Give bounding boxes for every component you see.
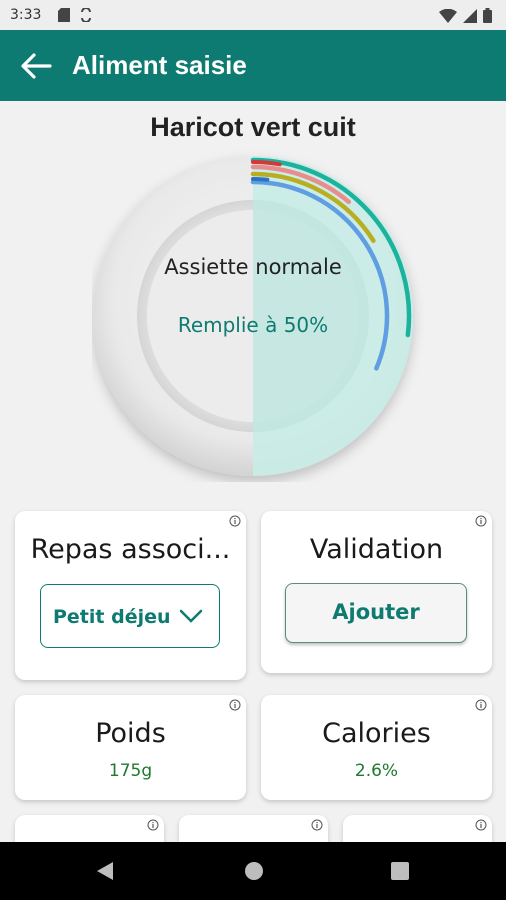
plate-size-label: Assiette normale	[164, 255, 342, 279]
calories-card: Calories 2.6%	[261, 695, 492, 800]
wifi-icon	[439, 8, 457, 23]
info-icon[interactable]	[475, 515, 487, 527]
add-button[interactable]: Ajouter	[285, 583, 467, 643]
info-icon[interactable]	[475, 699, 487, 711]
add-button-label: Ajouter	[332, 600, 420, 624]
plate-fill-label: Remplie à 50%	[177, 313, 329, 337]
sync-icon	[81, 8, 91, 22]
status-bar: 3:33	[0, 0, 506, 30]
info-icon[interactable]	[229, 699, 241, 711]
app-bar: Aliment saisie	[0, 30, 506, 101]
food-name: Haricot vert cuit	[150, 112, 356, 142]
nutrient-arc	[251, 160, 282, 167]
system-nav-bar	[0, 842, 506, 900]
page-title: Aliment saisie	[72, 50, 247, 80]
calories-card-title: Calories	[322, 718, 431, 749]
sim-card-icon	[58, 8, 70, 22]
validation-card-title: Validation	[309, 534, 444, 565]
battery-icon	[483, 8, 492, 23]
weight-value: 175g	[108, 761, 153, 781]
arrow-left-icon[interactable]	[20, 52, 52, 80]
meal-card-title: Repas associ...	[30, 534, 231, 565]
nutrient-arc	[251, 177, 270, 182]
weight-card: Poids 175g	[15, 695, 246, 800]
info-icon[interactable]	[229, 515, 241, 527]
meal-select[interactable]: Petit déjeu	[40, 584, 220, 648]
weight-card-title: Poids	[95, 718, 166, 749]
chevron-down-icon	[179, 609, 203, 623]
signal-icon	[463, 8, 477, 23]
info-icon[interactable]	[147, 819, 159, 831]
nav-recents-icon[interactable]	[391, 862, 409, 880]
nav-home-icon[interactable]	[244, 861, 264, 881]
status-time: 3:33	[10, 7, 42, 23]
meal-card: Repas associ... Petit déjeu	[15, 511, 246, 680]
validation-card: Validation Ajouter	[261, 511, 492, 673]
meal-select-value: Petit déjeu	[53, 606, 171, 628]
info-icon[interactable]	[475, 819, 487, 831]
nav-back-icon[interactable]	[96, 861, 114, 881]
info-icon[interactable]	[311, 819, 323, 831]
calories-value: 2.6%	[354, 761, 399, 781]
